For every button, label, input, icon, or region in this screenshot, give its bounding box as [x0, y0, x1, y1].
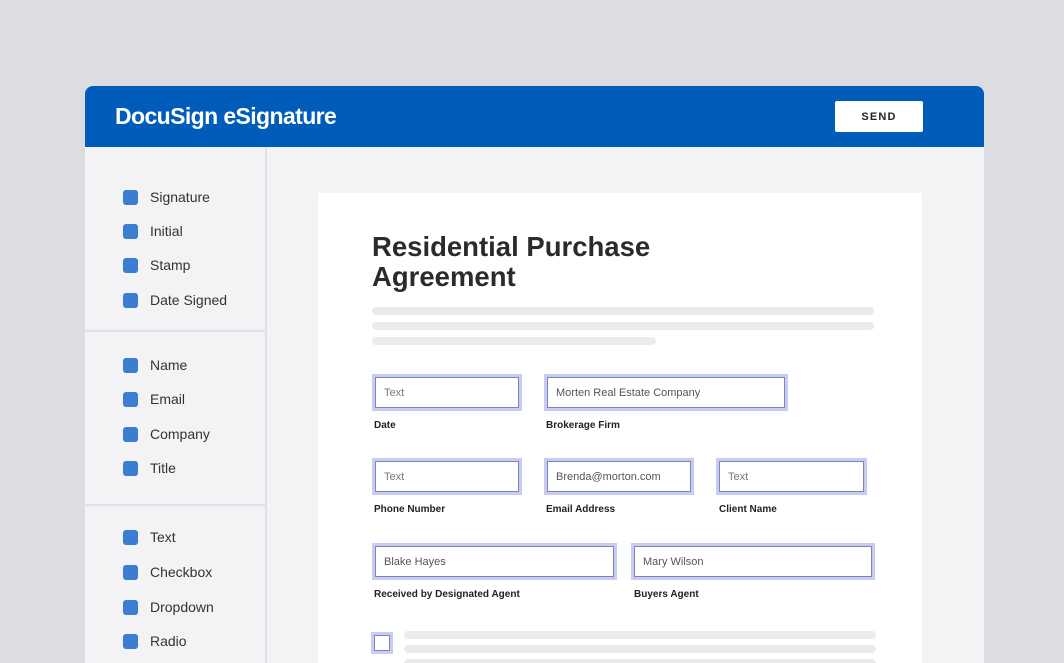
sidebar-item-label: Dropdown — [150, 599, 214, 615]
sidebar-item-initial[interactable]: Initial — [123, 221, 183, 241]
received-by-agent-field — [372, 543, 617, 580]
placeholder-text-line — [404, 631, 876, 639]
placeholder-text-line — [372, 307, 874, 315]
input-fields-group: Text Checkbox Dropdown Radio — [85, 506, 265, 663]
received-by-agent-label: Received by Designated Agent — [374, 589, 520, 600]
email-input[interactable] — [547, 461, 691, 492]
sidebar-item-label: Signature — [150, 189, 210, 205]
sidebar-item-signature[interactable]: Signature — [123, 187, 210, 207]
document-checkbox[interactable] — [371, 632, 393, 654]
client-name-field — [716, 458, 867, 495]
signature-field-icon — [123, 189, 138, 205]
sidebar-item-checkbox[interactable]: Checkbox — [123, 562, 212, 582]
document-page: Residential Purchase Agreement Date Brok… — [318, 193, 922, 663]
sidebar-item-company[interactable]: Company — [123, 424, 210, 444]
date-signed-field-icon — [123, 292, 138, 308]
document-title: Residential Purchase Agreement — [372, 231, 651, 292]
company-field-icon — [123, 426, 138, 442]
sidebar-item-dropdown[interactable]: Dropdown — [123, 597, 214, 617]
buyers-agent-input[interactable] — [634, 546, 872, 577]
sidebar-item-radio[interactable]: Radio — [123, 631, 187, 651]
placeholder-text-line — [404, 645, 876, 653]
checkbox-box — [374, 635, 390, 651]
checkbox-field-icon — [123, 564, 138, 580]
phone-label: Phone Number — [374, 504, 446, 515]
sidebar-item-stamp[interactable]: Stamp — [123, 255, 190, 275]
sidebar-item-label: Company — [150, 426, 210, 442]
buyers-agent-label: Buyers Agent — [634, 589, 699, 600]
buyers-agent-field — [631, 543, 875, 580]
brand-logo: DocuSign eSignature — [115, 103, 337, 129]
date-label: Date — [374, 420, 396, 431]
top-bar: DocuSign eSignature SEND — [85, 86, 984, 147]
phone-field — [372, 458, 522, 495]
date-field — [372, 374, 522, 411]
sidebar-item-title[interactable]: Title — [123, 458, 176, 478]
sidebar-item-label: Radio — [150, 633, 187, 649]
client-name-input[interactable] — [719, 461, 864, 492]
brokerage-field — [544, 374, 788, 411]
date-input[interactable] — [375, 377, 519, 408]
sidebar-item-label: Stamp — [150, 257, 191, 273]
phone-input[interactable] — [375, 461, 519, 492]
dropdown-field-icon — [123, 599, 138, 615]
radio-field-icon — [123, 633, 138, 649]
sidebar-item-label: Initial — [150, 223, 183, 239]
email-label: Email Address — [546, 504, 616, 515]
sidebar-item-date-signed[interactable]: Date Signed — [123, 290, 227, 310]
sidebar-item-label: Email — [150, 391, 186, 407]
email-field-icon — [123, 391, 138, 407]
signature-fields-group: Signature Initial Stamp Date Signed — [85, 147, 265, 332]
info-fields-group: Name Email Company Title — [85, 332, 265, 506]
sidebar-item-label: Date Signed — [150, 292, 228, 308]
received-by-agent-input[interactable] — [375, 546, 614, 577]
stamp-field-icon — [123, 257, 138, 273]
email-field — [544, 458, 694, 495]
placeholder-text-line — [372, 337, 656, 345]
sidebar-item-text[interactable]: Text — [123, 527, 176, 547]
placeholder-text-line — [372, 322, 874, 330]
brokerage-label: Brokerage Firm — [546, 420, 620, 431]
app-window: DocuSign eSignature SEND Signature Initi… — [85, 86, 984, 663]
sidebar-item-label: Text — [150, 529, 176, 545]
sidebar-item-label: Title — [150, 460, 176, 476]
placeholder-text-line — [404, 659, 876, 663]
sidebar-item-name[interactable]: Name — [123, 355, 187, 375]
send-button[interactable]: SEND — [835, 101, 923, 132]
client-name-label: Client Name — [719, 504, 777, 515]
name-field-icon — [123, 357, 138, 373]
sidebar-item-label: Name — [150, 357, 188, 373]
field-palette-sidebar: Signature Initial Stamp Date Signed Name — [85, 147, 267, 663]
brokerage-input[interactable] — [547, 377, 785, 408]
sidebar-item-label: Checkbox — [150, 564, 213, 580]
text-field-icon — [123, 529, 138, 545]
title-field-icon — [123, 460, 138, 476]
sidebar-item-email[interactable]: Email — [123, 389, 185, 409]
initial-field-icon — [123, 223, 138, 239]
